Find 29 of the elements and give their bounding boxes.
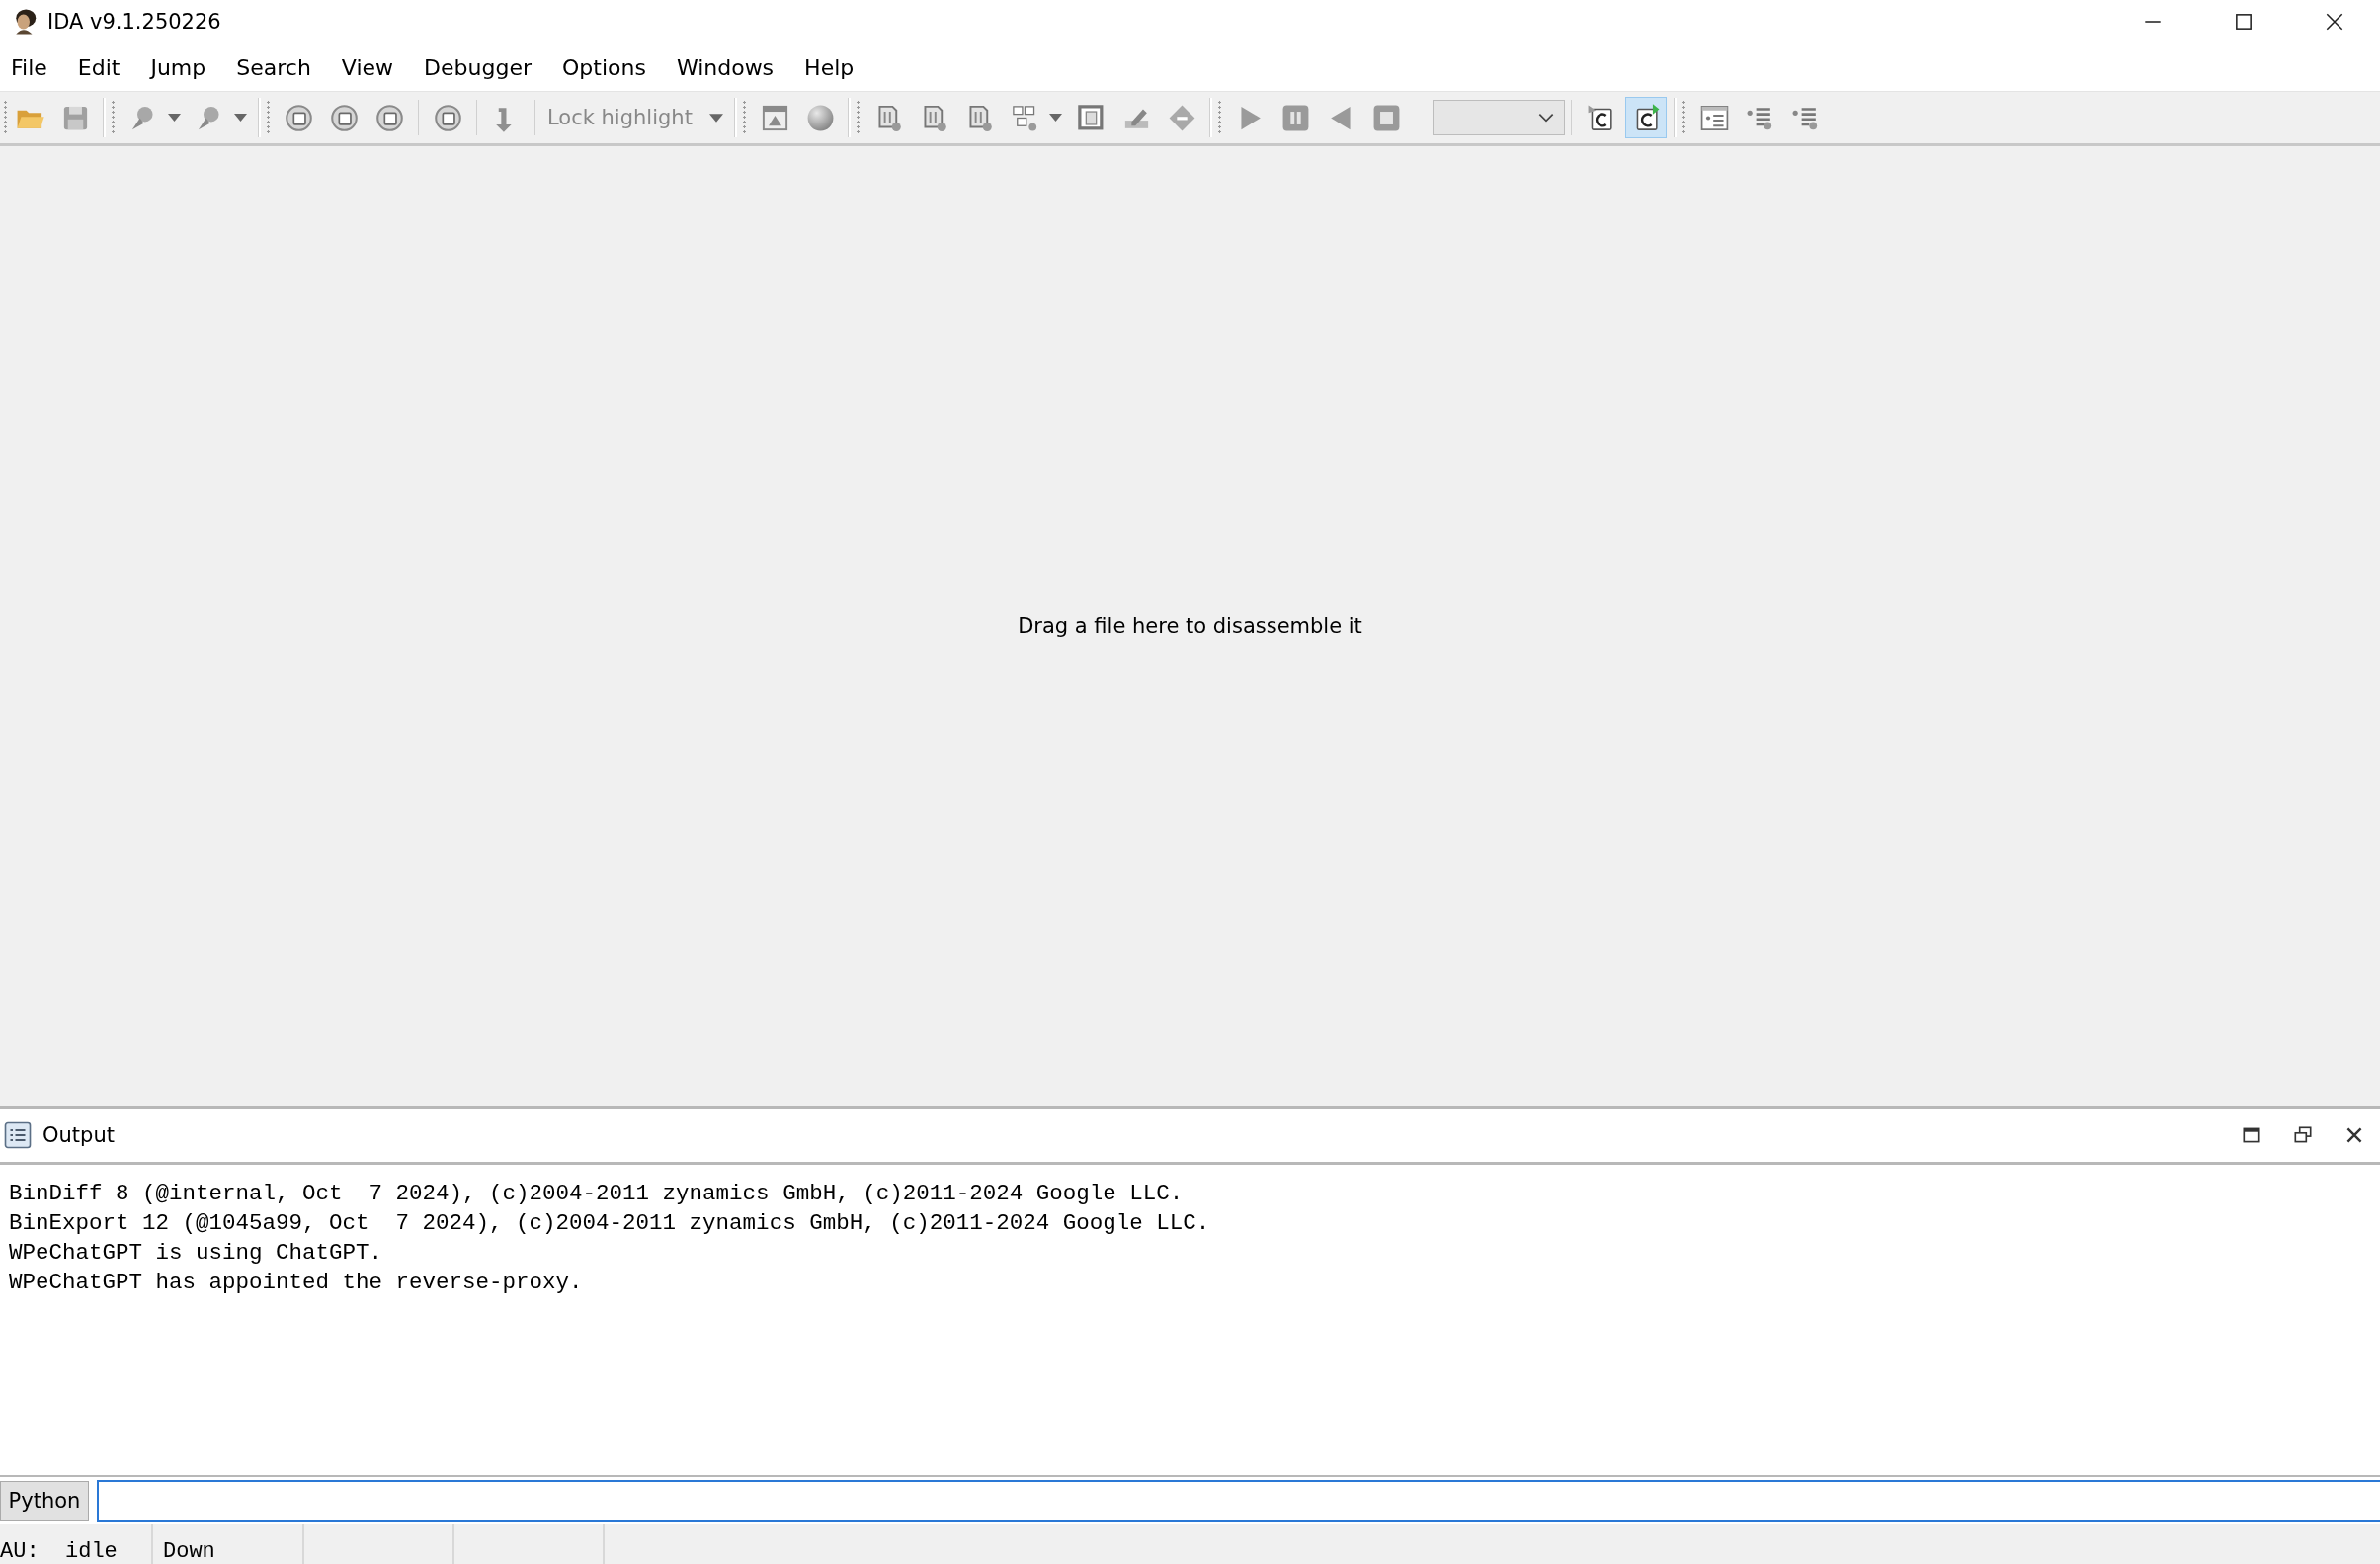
menu-item[interactable]: View: [332, 50, 403, 84]
code-window-icon[interactable]: [1625, 97, 1667, 138]
menu-item[interactable]: Options: [553, 50, 655, 84]
chevron-down-icon[interactable]: [1538, 113, 1554, 123]
window-title: IDA v9.1.250226: [47, 10, 221, 34]
menu-item[interactable]: Debugger: [415, 50, 540, 84]
menu-item[interactable]: Jump: [141, 50, 215, 84]
menu-item[interactable]: Search: [227, 50, 320, 84]
maximize-icon[interactable]: [2233, 11, 2255, 33]
menu-item[interactable]: Windows: [667, 50, 783, 84]
panel-title: Output: [42, 1123, 115, 1147]
menu-item[interactable]: Help: [795, 50, 863, 84]
drop-hint: Drag a file here to disassemble it: [1018, 614, 1362, 638]
list-window-icon: [3, 1120, 33, 1150]
caret-icon[interactable]: [709, 113, 723, 123]
command-input[interactable]: [97, 1480, 2380, 1522]
menu-item[interactable]: Edit: [68, 50, 129, 84]
output-line: BinDiff 8 (@internal, Oct 7 2024), (c)2004-2011 zynamics GmbH, (c)2011-2024 Google LLC.: [9, 1180, 1185, 1208]
output-line: WPeChatGPT is using ChatGPT.: [9, 1239, 384, 1268]
status-text: Down: [153, 1524, 304, 1564]
output-line: BinExport 12 (@1045a99, Oct 7 2024), (c)2004-2011 zynamics GmbH, (c)2011-2024 Google LLC.: [9, 1209, 1211, 1238]
language-button[interactable]: Python: [0, 1481, 89, 1521]
output-line: WPeChatGPT has appointed the reverse-proxy.: [9, 1269, 584, 1297]
caret-icon[interactable]: [1049, 114, 1062, 122]
caret-icon[interactable]: [168, 114, 181, 122]
menu-item[interactable]: File: [2, 50, 56, 84]
status-text: AU: idle: [0, 1524, 153, 1564]
caret-icon[interactable]: [234, 114, 247, 122]
close-icon[interactable]: [2324, 11, 2345, 33]
